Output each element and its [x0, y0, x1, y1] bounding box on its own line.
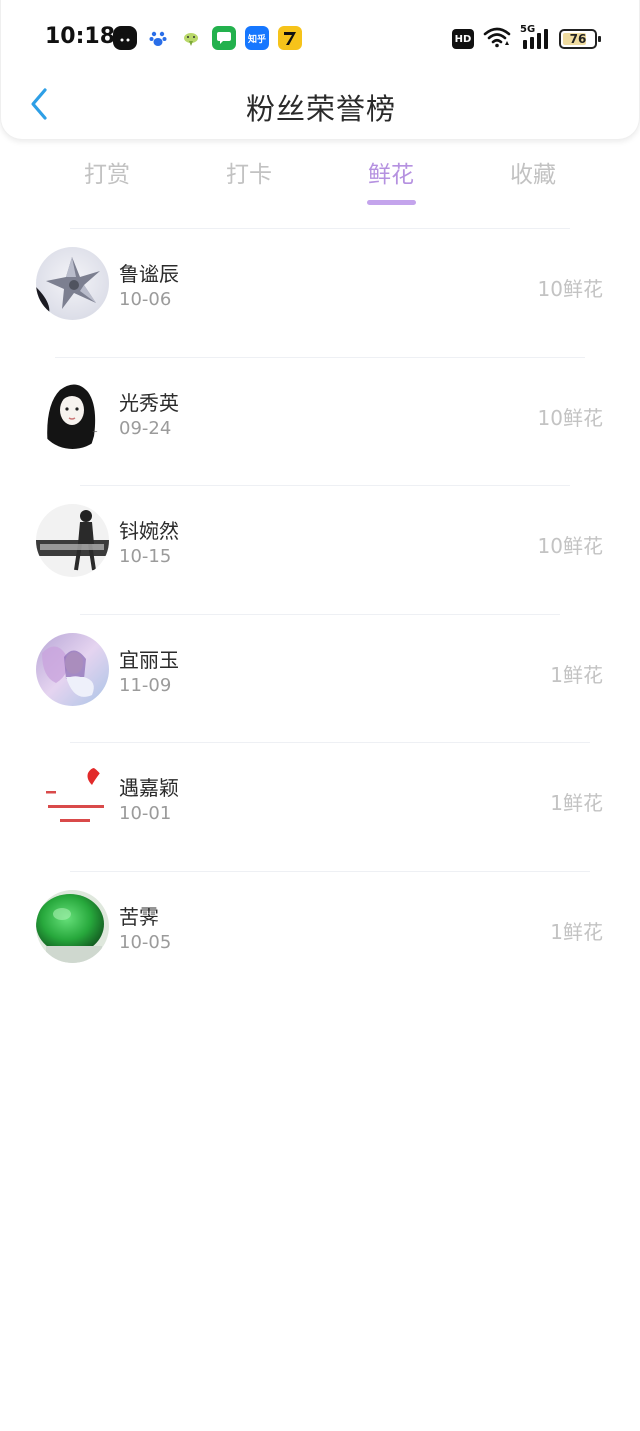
row-divider: [80, 485, 570, 486]
fan-name: 遇嘉颖: [119, 776, 179, 800]
hd-badge: HD: [452, 29, 474, 49]
status-indicators: HD 5G 76: [452, 24, 601, 52]
status-time: 10:18: [45, 24, 116, 49]
fan-list: 鲁谧辰 10-06 10鲜花 ~ 光秀英 09-24 10鲜花 钭婉然 10-1…: [0, 228, 640, 999]
tab-bar: 打赏 打卡 鲜花 收藏: [0, 155, 640, 211]
flower-count: 10鲜花: [537, 277, 603, 301]
cellular-signal-icon: 5G: [520, 24, 550, 50]
battery-icon: 76: [559, 29, 601, 49]
list-item[interactable]: 鲁谧辰 10-06 10鲜花: [0, 228, 640, 357]
list-item[interactable]: 钭婉然 10-15 10鲜花: [0, 485, 640, 614]
avatar: ~: [36, 375, 109, 449]
tab-reward[interactable]: 打赏: [47, 155, 167, 207]
fan-name: 苦霁: [119, 904, 159, 929]
battery-level: 76: [569, 32, 587, 46]
flower-count: 1鲜花: [550, 791, 603, 815]
flower-count: 1鲜花: [550, 662, 603, 687]
row-divider: [70, 228, 570, 229]
row-divider: [70, 742, 590, 743]
list-item[interactable]: 遇嘉颖 10-01 1鲜花: [0, 742, 640, 871]
list-item[interactable]: 宜丽玉 11-09 1鲜花: [0, 613, 640, 743]
avatar: [36, 504, 109, 577]
flower-count: 1鲜花: [550, 919, 603, 944]
fan-honor-page: 10:18 知乎 HD 5G 76 粉丝荣誉榜 打赏 打卡 鲜花 收藏 鲁谧辰 …: [0, 0, 640, 1431]
message-app-icon: [212, 26, 236, 50]
tab-checkin[interactable]: 打卡: [189, 155, 309, 207]
row-divider: [80, 613, 560, 615]
fan-name: 钭婉然: [119, 519, 179, 543]
svg-text:~: ~: [92, 428, 98, 436]
battery-tip: [598, 36, 601, 42]
fan-date: 10-05: [119, 931, 172, 953]
fan-name: 宜丽玉: [119, 647, 179, 672]
avatar: [36, 761, 109, 834]
header-card: 10:18 知乎 HD 5G 76 粉丝荣誉榜: [0, 0, 640, 140]
qimao-app-icon: [278, 26, 302, 50]
avatar: [36, 889, 109, 963]
tab-favorites[interactable]: 收藏: [473, 155, 593, 207]
zhihu-app-icon: 知乎: [245, 26, 269, 50]
fan-date: 09-24: [119, 417, 172, 439]
flower-count: 10鲜花: [537, 534, 603, 558]
list-item[interactable]: ~ 光秀英 09-24 10鲜花: [0, 356, 640, 486]
status-app-icons: 知乎: [113, 26, 302, 50]
row-divider: [55, 356, 585, 358]
list-item[interactable]: 苦霁 10-05 1鲜花: [0, 870, 640, 1000]
flower-count: 10鲜花: [537, 405, 603, 430]
row-divider: [70, 870, 590, 872]
avatar: [36, 632, 109, 706]
fan-date: 11-09: [119, 674, 172, 696]
wifi-icon: [483, 26, 511, 52]
fan-name: 鲁谧辰: [119, 262, 179, 286]
fan-date: 10-06: [119, 289, 172, 310]
baidu-paw-icon: [146, 26, 170, 50]
panda-app-icon: [113, 26, 137, 50]
active-tab-indicator: [367, 200, 416, 205]
avatar: [36, 247, 109, 320]
fan-date: 10-01: [119, 803, 172, 824]
page-title: 粉丝荣誉榜: [245, 92, 396, 126]
bird-app-icon: [179, 26, 203, 50]
fan-name: 光秀英: [119, 390, 179, 415]
fan-date: 10-15: [119, 546, 172, 567]
